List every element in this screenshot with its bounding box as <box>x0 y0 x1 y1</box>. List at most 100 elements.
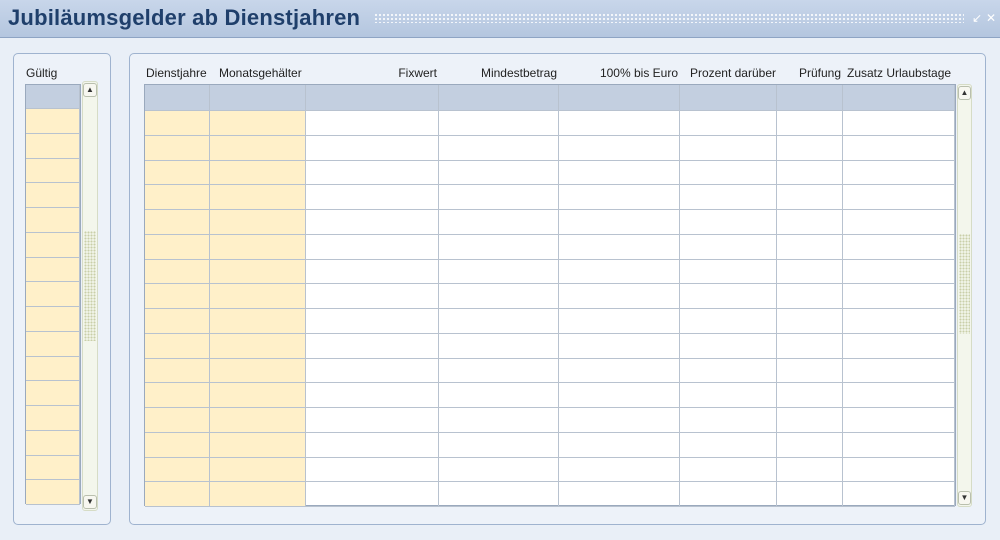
table-cell[interactable] <box>439 358 559 384</box>
table-cell[interactable] <box>680 383 777 408</box>
table-cell[interactable] <box>680 234 777 260</box>
jubilee-table-scrollbar[interactable]: ▲ ▼ <box>957 84 972 507</box>
table-cell[interactable] <box>26 208 80 233</box>
table-cell[interactable] <box>210 408 306 433</box>
table-cell[interactable] <box>559 234 680 260</box>
table-cell[interactable] <box>777 160 843 186</box>
table-cell[interactable] <box>559 259 680 285</box>
table-cell[interactable] <box>26 133 80 159</box>
table-cell[interactable] <box>680 259 777 285</box>
table-cell[interactable] <box>777 111 843 136</box>
table-cell[interactable] <box>210 210 306 235</box>
table-cell[interactable] <box>680 432 777 458</box>
table-cell[interactable] <box>843 333 955 359</box>
table-cell[interactable] <box>559 383 680 408</box>
table-cell[interactable] <box>777 408 843 433</box>
table-cell[interactable] <box>559 408 680 433</box>
table-cell[interactable] <box>777 210 843 235</box>
table-cell[interactable] <box>210 160 306 186</box>
table-cell[interactable] <box>306 358 439 384</box>
table-cell[interactable] <box>210 135 306 161</box>
table-cell[interactable] <box>210 432 306 458</box>
table-cell[interactable] <box>680 284 777 309</box>
table-cell[interactable] <box>777 457 843 483</box>
table-cell[interactable] <box>145 408 210 433</box>
close-icon[interactable]: ✕ <box>985 11 997 25</box>
table-cell[interactable] <box>843 185 955 210</box>
table-cell[interactable] <box>210 234 306 260</box>
table-cell[interactable] <box>26 480 80 505</box>
table-cell[interactable] <box>777 358 843 384</box>
table-cell[interactable] <box>439 383 559 408</box>
table-cell[interactable] <box>843 210 955 235</box>
table-cell[interactable] <box>306 135 439 161</box>
table-cell[interactable] <box>680 185 777 210</box>
table-cell[interactable] <box>559 333 680 359</box>
table-cell[interactable] <box>210 358 306 384</box>
table-cell[interactable] <box>439 210 559 235</box>
table-cell[interactable] <box>777 135 843 161</box>
table-cell[interactable] <box>26 232 80 258</box>
table-cell[interactable] <box>210 185 306 210</box>
table-cell[interactable] <box>680 482 777 507</box>
table-cell[interactable] <box>145 210 210 235</box>
table-cell[interactable] <box>306 482 439 507</box>
table-cell[interactable] <box>439 432 559 458</box>
table-cell[interactable] <box>777 259 843 285</box>
table-cell[interactable] <box>843 432 955 458</box>
table-cell[interactable] <box>843 284 955 309</box>
table-cell[interactable] <box>777 309 843 334</box>
table-cell[interactable] <box>145 432 210 458</box>
table-cell[interactable] <box>306 185 439 210</box>
table-cell[interactable] <box>777 482 843 507</box>
table-cell[interactable] <box>210 383 306 408</box>
table-cell[interactable] <box>26 282 80 307</box>
table-cell[interactable] <box>145 309 210 334</box>
table-cell[interactable] <box>439 482 559 507</box>
table-cell[interactable] <box>26 331 80 357</box>
table-cell[interactable] <box>680 309 777 334</box>
table-cell[interactable] <box>439 284 559 309</box>
scroll-thumb[interactable] <box>84 231 96 341</box>
minimize-icon[interactable]: ↙ <box>971 11 983 25</box>
table-cell[interactable] <box>306 284 439 309</box>
table-cell[interactable] <box>843 309 955 334</box>
table-cell[interactable] <box>306 111 439 136</box>
table-cell[interactable] <box>26 158 80 184</box>
table-cell[interactable] <box>306 457 439 483</box>
table-cell[interactable] <box>145 234 210 260</box>
table-cell[interactable] <box>145 284 210 309</box>
table-cell[interactable] <box>777 234 843 260</box>
table-cell[interactable] <box>843 111 955 136</box>
table-cell[interactable] <box>26 183 80 208</box>
table-cell[interactable] <box>439 111 559 136</box>
table-cell[interactable] <box>26 109 80 134</box>
table-cell[interactable] <box>439 457 559 483</box>
table-cell[interactable] <box>439 259 559 285</box>
table-cell[interactable] <box>210 259 306 285</box>
table-cell[interactable] <box>26 455 80 481</box>
table-cell[interactable] <box>439 185 559 210</box>
scroll-down-arrow-icon[interactable]: ▼ <box>83 495 97 509</box>
table-cell[interactable] <box>439 309 559 334</box>
table-cell[interactable] <box>26 381 80 406</box>
table-cell[interactable] <box>210 457 306 483</box>
table-cell[interactable] <box>306 383 439 408</box>
table-cell[interactable] <box>145 333 210 359</box>
scroll-up-arrow-icon[interactable]: ▲ <box>83 83 97 97</box>
table-cell[interactable] <box>145 160 210 186</box>
table-cell[interactable] <box>777 333 843 359</box>
table-cell[interactable] <box>843 457 955 483</box>
table-cell[interactable] <box>559 482 680 507</box>
table-cell[interactable] <box>210 309 306 334</box>
table-cell[interactable] <box>843 234 955 260</box>
table-cell[interactable] <box>26 356 80 382</box>
scroll-down-arrow-icon[interactable]: ▼ <box>958 491 971 505</box>
table-cell[interactable] <box>145 185 210 210</box>
table-cell[interactable] <box>680 160 777 186</box>
table-cell[interactable] <box>843 160 955 186</box>
table-cell[interactable] <box>145 259 210 285</box>
table-cell[interactable] <box>439 333 559 359</box>
table-cell[interactable] <box>680 457 777 483</box>
table-cell[interactable] <box>843 482 955 507</box>
